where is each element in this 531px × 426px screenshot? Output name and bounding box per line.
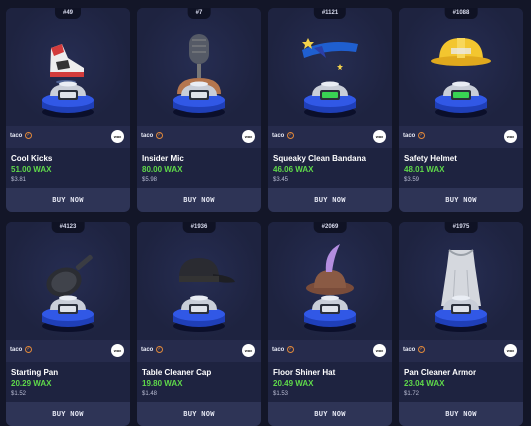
buy-now-button[interactable]: BUY NOW — [137, 402, 261, 426]
item-image[interactable] — [137, 222, 261, 340]
item-price-wax: 19.80 WAX — [142, 379, 183, 388]
wax-logo-icon: wax — [242, 130, 255, 143]
buy-now-button[interactable]: BUY NOW — [399, 188, 523, 212]
wax-logo-icon: wax — [111, 344, 124, 357]
buy-now-button[interactable]: BUY NOW — [399, 402, 523, 426]
item-name[interactable]: Safety Helmet — [404, 154, 457, 163]
collection-bar: taco ✓ wax — [137, 340, 261, 362]
item-image[interactable] — [399, 222, 523, 340]
collection-name[interactable]: taco — [403, 133, 415, 139]
mint-number-badge: #1121 — [313, 8, 347, 19]
collection-bar: taco ✓ wax — [6, 126, 130, 148]
verified-icon: ✓ — [156, 346, 163, 353]
listing-card[interactable]: #1121 taco ✓ wax Squeaky Clean Bandana 4… — [268, 8, 392, 212]
listing-grid: #49 taco ✓ wax Cool Kicks 51.00 WAX $3.8… — [6, 8, 523, 426]
item-price-wax: 20.49 WAX — [273, 379, 314, 388]
verified-icon: ✓ — [418, 346, 425, 353]
mint-number-badge: #7 — [187, 8, 211, 19]
verified-icon: ✓ — [25, 346, 32, 353]
mint-number-badge: #2069 — [313, 222, 347, 233]
item-price-usd: $1.53 — [273, 391, 289, 397]
item-name[interactable]: Floor Shiner Hat — [273, 368, 335, 377]
collection-bar: taco ✓ wax — [268, 126, 392, 148]
buy-now-button[interactable]: BUY NOW — [6, 402, 130, 426]
collection-name[interactable]: taco — [272, 347, 284, 353]
item-price-usd: $3.81 — [11, 177, 27, 183]
verified-icon: ✓ — [156, 132, 163, 139]
bandana-icon — [302, 38, 358, 118]
item-name[interactable]: Squeaky Clean Bandana — [273, 154, 366, 163]
mint-number-badge: #49 — [54, 8, 82, 19]
mint-number-badge: #1088 — [444, 8, 478, 19]
item-price-wax: 46.06 WAX — [273, 165, 314, 174]
item-price-usd: $5.98 — [142, 177, 158, 183]
listing-card[interactable]: #7 taco ✓ wax Insider Mic 80.00 WAX $5.9… — [137, 8, 261, 212]
apron-icon — [435, 249, 487, 332]
collection-name[interactable]: taco — [10, 347, 22, 353]
listing-card[interactable]: #1088 taco ✓ wax Safety Helmet 48.01 WAX… — [399, 8, 523, 212]
verified-icon: ✓ — [287, 346, 294, 353]
verified-icon: ✓ — [25, 132, 32, 139]
wax-logo-icon: wax — [373, 344, 386, 357]
item-price-wax: 23.04 WAX — [404, 379, 445, 388]
item-price-usd: $3.59 — [404, 177, 420, 183]
verified-icon: ✓ — [287, 132, 294, 139]
pan-icon — [42, 254, 94, 332]
collection-name[interactable]: taco — [272, 133, 284, 139]
listing-card[interactable]: #2069 taco ✓ wax Floor Shiner Hat 20.49 … — [268, 222, 392, 426]
listing-card[interactable]: #4123 taco ✓ wax Starting Pan 20.29 WAX … — [6, 222, 130, 426]
item-price-usd: $1.48 — [142, 391, 158, 397]
item-price-wax: 48.01 WAX — [404, 165, 445, 174]
item-image[interactable] — [6, 222, 130, 340]
collection-bar: taco ✓ wax — [6, 340, 130, 362]
hat-icon — [304, 244, 356, 332]
collection-name[interactable]: taco — [141, 347, 153, 353]
wax-logo-icon: wax — [242, 344, 255, 357]
collection-bar: taco ✓ wax — [137, 126, 261, 148]
microphone-icon — [173, 34, 225, 118]
item-price-usd: $1.72 — [404, 391, 420, 397]
collection-bar: taco ✓ wax — [268, 340, 392, 362]
collection-name[interactable]: taco — [403, 347, 415, 353]
item-image[interactable] — [399, 8, 523, 126]
collection-name[interactable]: taco — [141, 133, 153, 139]
item-name[interactable]: Cool Kicks — [11, 154, 52, 163]
mint-number-badge: #1975 — [444, 222, 478, 233]
collection-bar: taco ✓ wax — [399, 126, 523, 148]
item-image[interactable] — [137, 8, 261, 126]
item-price-usd: $3.45 — [273, 177, 289, 183]
listing-card[interactable]: #49 taco ✓ wax Cool Kicks 51.00 WAX $3.8… — [6, 8, 130, 212]
mint-number-badge: #1936 — [182, 222, 216, 233]
buy-now-button[interactable]: BUY NOW — [6, 188, 130, 212]
sneaker-icon — [42, 44, 94, 118]
buy-now-button[interactable]: BUY NOW — [137, 188, 261, 212]
item-price-wax: 80.00 WAX — [142, 165, 183, 174]
item-image[interactable] — [6, 8, 130, 126]
wax-logo-icon: wax — [504, 130, 517, 143]
item-name[interactable]: Pan Cleaner Armor — [404, 368, 476, 377]
collection-bar: taco ✓ wax — [399, 340, 523, 362]
item-image[interactable] — [268, 8, 392, 126]
item-price-wax: 51.00 WAX — [11, 165, 52, 174]
item-name[interactable]: Starting Pan — [11, 368, 58, 377]
item-name[interactable]: Table Cleaner Cap — [142, 368, 211, 377]
mint-number-badge: #4123 — [51, 222, 85, 233]
item-price-wax: 20.29 WAX — [11, 379, 52, 388]
buy-now-button[interactable]: BUY NOW — [268, 402, 392, 426]
listing-card[interactable]: #1936 taco ✓ wax Table Cleaner Cap 19.80… — [137, 222, 261, 426]
buy-now-button[interactable]: BUY NOW — [268, 188, 392, 212]
collection-name[interactable]: taco — [10, 133, 22, 139]
wax-logo-icon: wax — [504, 344, 517, 357]
cap-icon — [173, 258, 235, 332]
verified-icon: ✓ — [418, 132, 425, 139]
item-name[interactable]: Insider Mic — [142, 154, 184, 163]
helmet-icon — [431, 38, 491, 118]
listing-card[interactable]: #1975 taco ✓ wax Pan Cleaner Armor 23.04… — [399, 222, 523, 426]
item-image[interactable] — [268, 222, 392, 340]
wax-logo-icon: wax — [373, 130, 386, 143]
wax-logo-icon: wax — [111, 130, 124, 143]
item-price-usd: $1.52 — [11, 391, 27, 397]
